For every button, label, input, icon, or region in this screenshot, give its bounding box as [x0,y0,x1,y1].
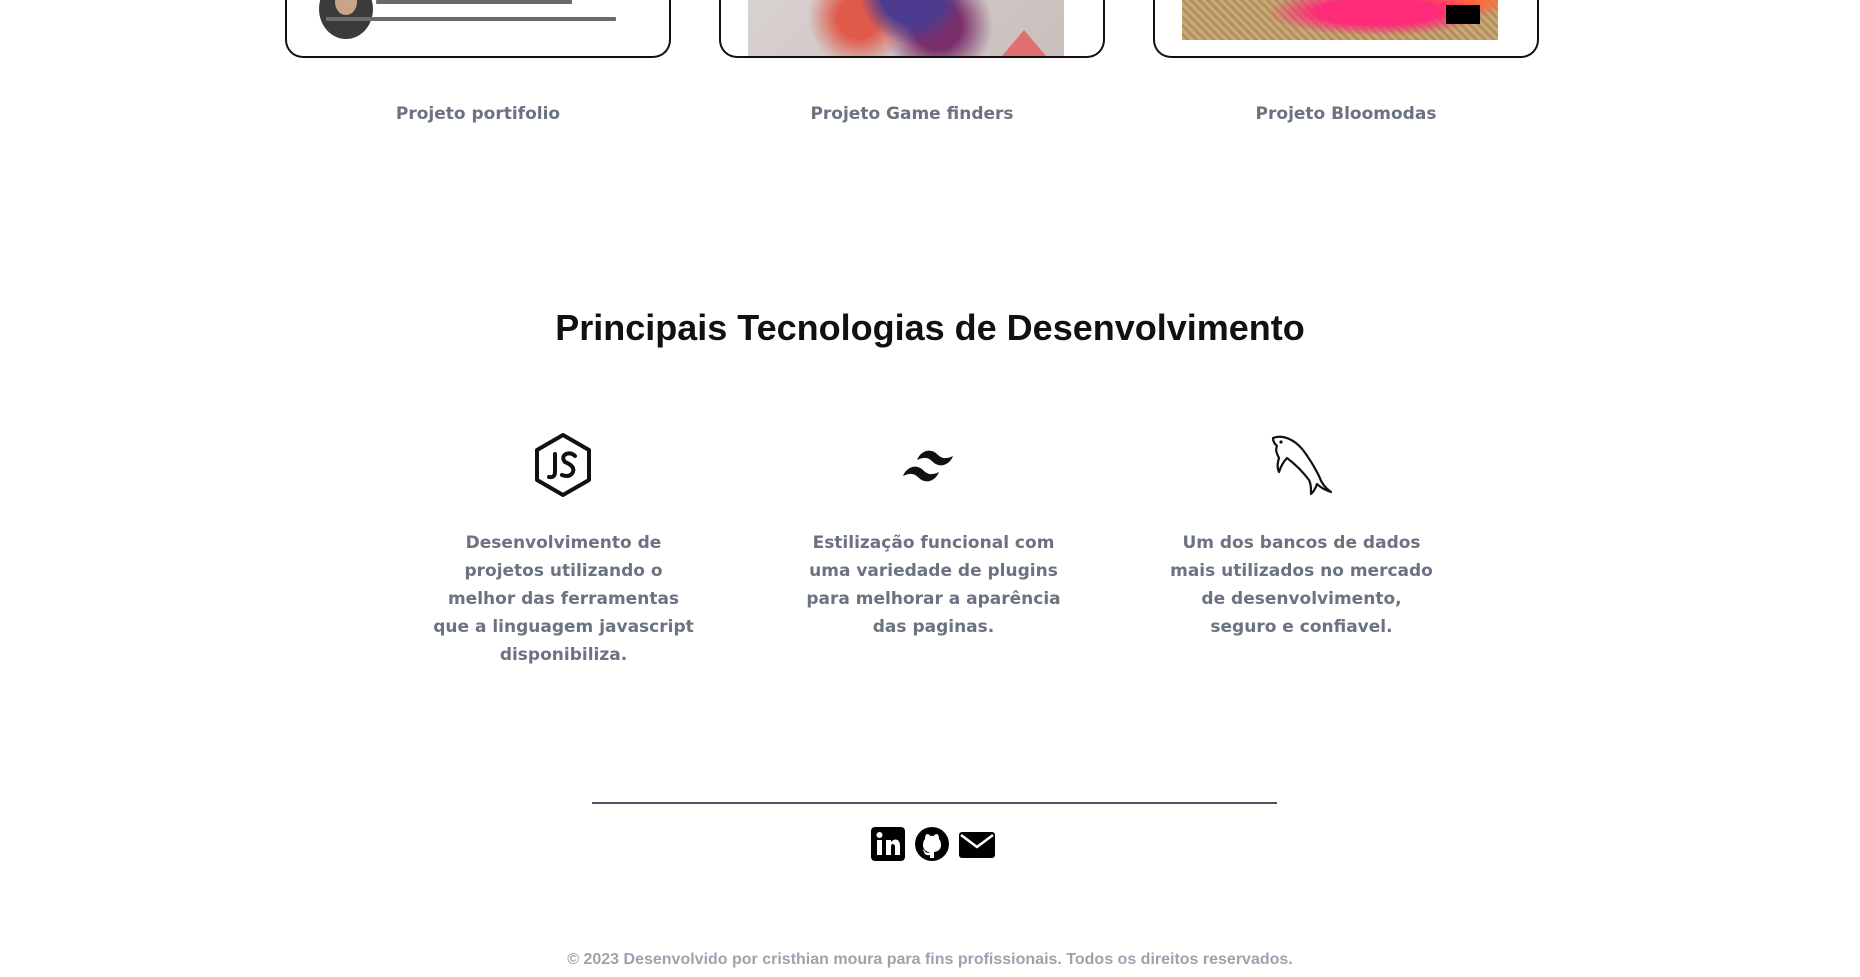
bloomodas-screenshot [1182,0,1498,40]
footer-divider [592,802,1277,804]
project-title-game-finders[interactable]: Projeto Game finders [721,104,1103,124]
project-card-game-finders[interactable] [719,0,1105,58]
project-card-bloomodas[interactable] [1153,0,1539,58]
tech-description-mysql: Um dos bancos de dados mais utilizados n… [1170,533,1433,637]
portfolio-screenshot [314,0,630,56]
nodejs-icon [535,433,591,497]
project-card-portfolio[interactable] [285,0,671,58]
brand-tag [1446,5,1480,24]
linkedin-icon[interactable] [870,826,906,862]
tailwind-icon [903,450,953,482]
tech-description-nodejs: Desenvolvimento de projetos utilizando o… [433,533,694,665]
copyright-text: © 2023 Desenvolvido por cristhian moura … [567,951,1293,968]
section-title: Principais Tecnologias de Desenvolviment… [555,307,1305,348]
tech-description-tailwind: Estilização funcional com uma variedade … [806,533,1061,637]
game-finders-screenshot [748,0,1064,56]
project-title-bloomodas[interactable]: Projeto Bloomodas [1155,104,1537,124]
decorative-triangle [1002,30,1046,56]
email-icon[interactable] [958,826,996,862]
mysql-dolphin-icon [1271,435,1333,496]
project-title-portfolio[interactable]: Projeto portifolio [287,104,669,124]
preview-text-line [376,0,572,4]
github-icon[interactable] [914,826,950,862]
preview-text-line [326,17,616,21]
